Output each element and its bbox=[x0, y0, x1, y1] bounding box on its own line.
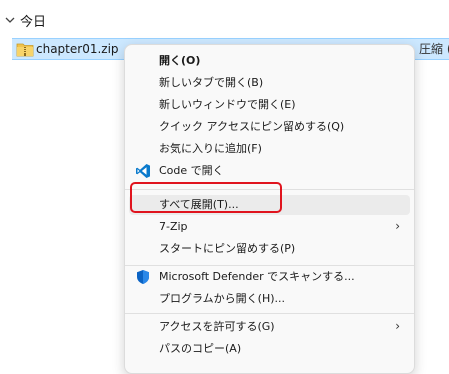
group-header-today[interactable]: 今日 bbox=[3, 10, 46, 30]
group-label: 今日 bbox=[20, 14, 47, 30]
menu-item-pin-start[interactable]: スタートにピン留めする(P) bbox=[129, 239, 410, 259]
zip-folder-icon bbox=[16, 43, 34, 57]
menu-separator bbox=[125, 265, 414, 266]
file-type: 圧縮 ( bbox=[419, 42, 449, 56]
chevron-down-icon bbox=[5, 17, 15, 23]
menu-item-defender-scan[interactable]: Microsoft Defender でスキャンする... bbox=[129, 267, 410, 287]
menu-item-pin-quick-access[interactable]: クイック アクセスにピン留めする(Q) bbox=[129, 117, 410, 137]
menu-item-grant-access[interactable]: アクセスを許可する(G) › bbox=[129, 317, 410, 337]
menu-item-label: スタートにピン留めする(P) bbox=[159, 242, 296, 255]
submenu-arrow-icon: › bbox=[395, 319, 400, 333]
defender-shield-icon bbox=[137, 270, 149, 284]
menu-item-open-new-tab[interactable]: 新しいタブで開く(B) bbox=[129, 73, 410, 93]
menu-item-label: クイック アクセスにピン留めする(Q) bbox=[159, 120, 345, 133]
menu-item-label: 開く(O) bbox=[159, 54, 201, 67]
menu-separator bbox=[125, 313, 414, 314]
menu-item-open-with-code[interactable]: Code で開く bbox=[129, 161, 410, 181]
menu-item-extract-all[interactable]: すべて展開(T)... bbox=[129, 195, 410, 215]
menu-item-label: アクセスを許可する(G) bbox=[159, 320, 275, 333]
menu-item-open-with-program[interactable]: プログラムから開く(H)... bbox=[129, 289, 410, 309]
menu-item-label: プログラムから開く(H)... bbox=[159, 292, 286, 305]
menu-item-label: 新しいウィンドウで開く(E) bbox=[159, 98, 296, 111]
menu-item-7zip[interactable]: 7-Zip › bbox=[129, 217, 410, 237]
menu-item-label: お気に入りに追加(F) bbox=[159, 142, 262, 155]
menu-item-copy-path[interactable]: パスのコピー(A) bbox=[129, 339, 410, 359]
menu-item-open[interactable]: 開く(O) bbox=[129, 51, 410, 71]
menu-separator bbox=[125, 189, 414, 190]
menu-item-label: Microsoft Defender でスキャンする... bbox=[159, 270, 355, 283]
menu-item-add-favorites[interactable]: お気に入りに追加(F) bbox=[129, 139, 410, 159]
context-menu: 開く(O) 新しいタブで開く(B) 新しいウィンドウで開く(E) クイック アク… bbox=[124, 44, 415, 374]
file-name: chapter01.zip bbox=[36, 42, 119, 56]
vscode-icon bbox=[136, 164, 150, 178]
menu-item-label: パスのコピー(A) bbox=[159, 342, 242, 355]
menu-item-label: 新しいタブで開く(B) bbox=[159, 76, 264, 89]
submenu-arrow-icon: › bbox=[395, 219, 400, 233]
menu-item-open-new-window[interactable]: 新しいウィンドウで開く(E) bbox=[129, 95, 410, 115]
menu-item-label: 7-Zip bbox=[159, 220, 188, 233]
menu-item-label: すべて展開(T)... bbox=[159, 198, 239, 211]
menu-item-label: Code で開く bbox=[159, 164, 224, 177]
